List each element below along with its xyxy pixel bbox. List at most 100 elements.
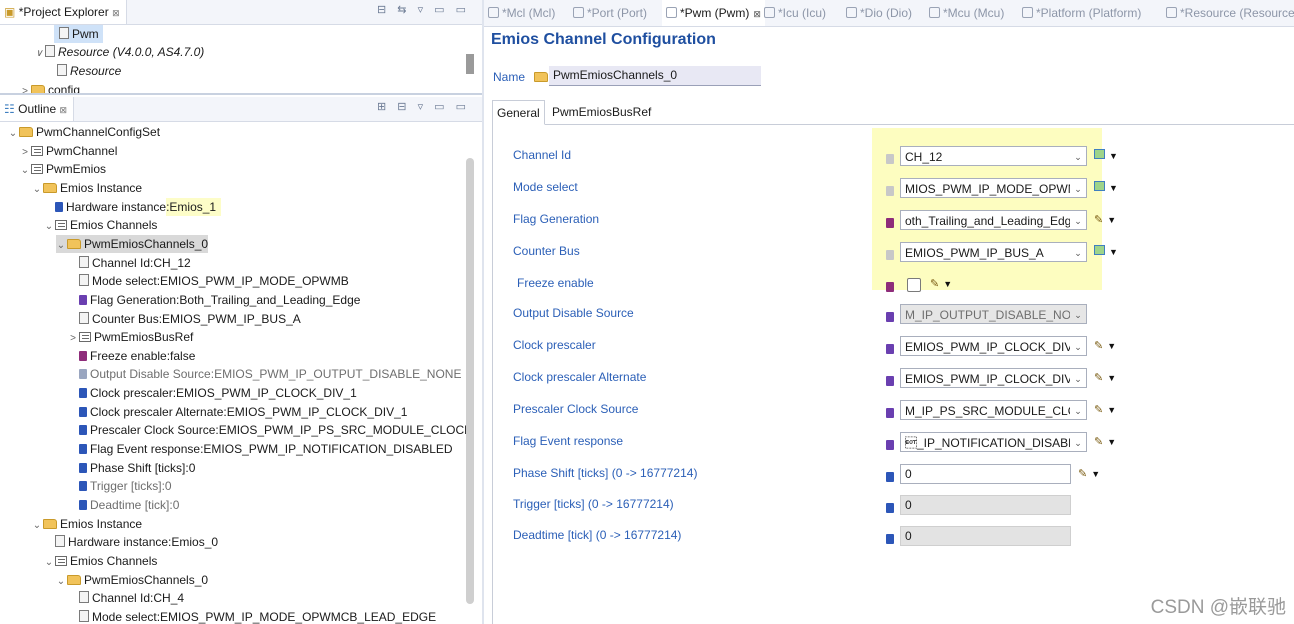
tab-pwmemiosbusref[interactable]: PwmEmiosBusRef xyxy=(548,100,655,124)
outline-tree-item[interactable]: Hardware instance:Emios_0 xyxy=(44,533,218,551)
chevron-down-icon[interactable]: ⌄ xyxy=(1070,433,1086,451)
param-action-button[interactable]: ✎ ▼ xyxy=(1094,403,1116,416)
chevron-down-icon[interactable]: ⌄ xyxy=(20,162,30,180)
editor-tab[interactable]: *Icu (Icu) xyxy=(764,0,826,26)
outline-tree-item[interactable]: Phase Shift [ticks]:0 xyxy=(68,459,195,477)
dropdown-arrow-icon[interactable]: ▼ xyxy=(1107,341,1116,351)
view-toolbar[interactable]: ⊟ ⇆ ▿ ▭ ▭ xyxy=(377,3,470,16)
chevron-right-icon[interactable]: > xyxy=(20,83,30,93)
outline-tree-item[interactable]: ⌄ Emios Instance xyxy=(32,515,142,533)
outline-tree-item[interactable]: > PwmChannel xyxy=(20,142,117,160)
freeze-enable-checkbox[interactable] xyxy=(907,278,921,292)
param-action-button[interactable]: ✎ ▼ xyxy=(1094,435,1116,448)
dropdown-arrow-icon[interactable]: ▼ xyxy=(1109,183,1118,193)
dropdown-arrow-icon[interactable]: ▼ xyxy=(1109,247,1118,257)
close-icon[interactable]: ⊠ xyxy=(753,9,761,19)
dropdown-arrow-icon[interactable]: ▼ xyxy=(1091,469,1100,479)
dropdown-arrow-icon[interactable]: ▼ xyxy=(1107,215,1116,225)
param-action-button[interactable]: ✎ ▼ xyxy=(1094,371,1116,384)
param-action-button[interactable]: ▼ xyxy=(1094,245,1118,258)
editor-tab[interactable]: *Dio (Dio) xyxy=(846,0,912,26)
outline-tree-item[interactable]: ⌄ Emios Channels xyxy=(44,552,158,572)
param-action-button[interactable]: ✎ ▼ xyxy=(1094,213,1116,226)
chevron-down-icon[interactable]: ⌄ xyxy=(1070,243,1086,261)
chevron-down-icon[interactable]: ⌄ xyxy=(56,573,66,591)
outline-tab[interactable]: ☷ Outline ⊠ xyxy=(0,97,75,121)
tree-item-config[interactable]: > config xyxy=(20,81,80,93)
dropdown-arrow-icon[interactable]: ▼ xyxy=(1107,373,1116,383)
param-combo[interactable]: EMIOS_PWM_IP_CLOCK_DIV_1 ⌄ xyxy=(900,368,1087,388)
chevron-down-icon[interactable]: ⌄ xyxy=(1070,147,1086,165)
chevron-down-icon[interactable]: ⌄ xyxy=(8,125,18,143)
outline-tree-item[interactable]: Clock prescaler:EMIOS_PWM_IP_CLOCK_DIV_1 xyxy=(68,384,357,402)
param-action-button[interactable]: ▼ xyxy=(1094,149,1118,162)
tree-item-pwm[interactable]: Pwm xyxy=(54,25,103,43)
param-combo[interactable]: MIOS_PWM_IP_MODE_OPWMB ⌄ xyxy=(900,178,1087,198)
dropdown-arrow-icon[interactable]: ▼ xyxy=(1107,405,1116,415)
editor-tab[interactable]: *Mcl (Mcl) xyxy=(488,0,555,26)
chevron-down-icon[interactable]: ⌄ xyxy=(1070,401,1086,419)
chevron-down-icon[interactable]: ⌄ xyxy=(1070,179,1086,197)
outline-tree-item[interactable]: Mode select:EMIOS_PWM_IP_MODE_OPWMB xyxy=(68,272,349,290)
outline-tree-item[interactable]: Flag Event response:EMIOS_PWM_IP_NOTIFIC… xyxy=(68,440,453,458)
outline-tree-item[interactable]: > PwmEmiosBusRef xyxy=(68,328,193,346)
editor-tab[interactable]: *Resource (Resource) xyxy=(1166,0,1294,26)
param-action-button[interactable]: ✎ ▼ xyxy=(930,277,952,290)
name-field[interactable]: PwmEmiosChannels_0 xyxy=(549,66,761,86)
param-action-button[interactable]: ▼ xyxy=(1094,181,1118,194)
view-toolbar[interactable]: ⊞ ⊟ ▿ ▭ ▭ xyxy=(377,100,470,113)
close-icon[interactable]: ⊠ xyxy=(59,105,67,115)
dropdown-arrow-icon[interactable]: ▼ xyxy=(943,279,952,289)
chevron-down-icon[interactable]: ⌄ xyxy=(44,218,54,236)
project-explorer-tab[interactable]: ▣ *Project Explorer ⊠ xyxy=(0,0,127,24)
editor-tab[interactable]: *Platform (Platform) xyxy=(1022,0,1141,26)
chevron-down-icon[interactable]: ⌄ xyxy=(44,554,54,572)
pane-splitter[interactable] xyxy=(482,0,484,624)
chevron-right-icon[interactable]: > xyxy=(20,144,30,162)
param-action-button[interactable]: ✎ ▼ xyxy=(1078,467,1100,480)
dropdown-arrow-icon[interactable]: ▼ xyxy=(1107,437,1116,447)
close-icon[interactable]: ⊠ xyxy=(112,8,120,18)
outline-tree-item[interactable]: ⌄ Emios Channels xyxy=(44,216,158,236)
outline-tree-item[interactable]: Trigger [ticks]:0 xyxy=(68,477,172,495)
tree-item-resource[interactable]: Resource xyxy=(56,62,121,80)
outline-tree-item[interactable]: Channel Id:CH_4 xyxy=(68,589,184,607)
outline-tree-item[interactable]: Output Disable Source:EMIOS_PWM_IP_OUTPU… xyxy=(68,365,461,383)
outline-tree-item[interactable]: ⌄ PwmEmiosChannels_0 xyxy=(56,234,209,255)
outline-tree-item[interactable]: Mode select:EMIOS_PWM_IP_MODE_OPWMCB_LEA… xyxy=(68,608,436,624)
tab-general[interactable]: General xyxy=(492,100,545,125)
outline-tree-item[interactable]: Clock prescaler Alternate:EMIOS_PWM_IP_C… xyxy=(68,403,407,421)
chevron-down-icon[interactable]: ⌄ xyxy=(56,237,66,255)
outline-tree-item[interactable]: Deadtime [tick]:0 xyxy=(68,496,179,514)
outline-tree-item[interactable]: Flag Generation:Both_Trailing_and_Leadin… xyxy=(68,291,360,309)
outline-tree-item[interactable]: Freeze enable:false xyxy=(68,347,195,365)
editor-tab[interactable]: *Port (Port) xyxy=(573,0,647,26)
param-combo[interactable]: CH_12 ⌄ xyxy=(900,146,1087,166)
dropdown-arrow-icon[interactable]: ▼ xyxy=(1109,151,1118,161)
tree-item-resource-module[interactable]: ∨ Resource (V4.0.0, AS4.7.0) xyxy=(34,43,204,61)
outline-tree-item[interactable]: Counter Bus:EMIOS_PWM_IP_BUS_A xyxy=(68,310,301,328)
project-explorer-scrollbar[interactable] xyxy=(466,54,474,74)
param-combo[interactable]: _IP_NOTIFICATION_DISABLED ⌄ xyxy=(900,432,1087,452)
outline-tree-item[interactable]: Hardware instance:Emios_1 xyxy=(44,197,222,216)
outline-scrollbar[interactable] xyxy=(466,158,474,604)
outline-tree-item[interactable]: ⌄ PwmEmios xyxy=(20,160,106,178)
chevron-down-icon[interactable]: ⌄ xyxy=(1070,369,1086,387)
chevron-down-icon[interactable]: ⌄ xyxy=(32,517,42,535)
chevron-right-icon[interactable]: > xyxy=(68,330,78,348)
param-combo[interactable]: M_IP_PS_SRC_MODULE_CLOCK ⌄ xyxy=(900,400,1087,420)
outline-tree-item[interactable]: Channel Id:CH_12 xyxy=(68,254,191,272)
outline-tree-item[interactable]: ⌄ PwmChannelConfigSet xyxy=(8,123,160,141)
chevron-down-icon[interactable]: ⌄ xyxy=(32,181,42,199)
outline-tree-item[interactable]: ⌄ PwmEmiosChannels_0 xyxy=(56,571,208,589)
outline-tree-item[interactable]: Prescaler Clock Source:EMIOS_PWM_IP_PS_S… xyxy=(68,421,472,439)
editor-tab[interactable]: *Mcu (Mcu) xyxy=(929,0,1004,26)
param-combo[interactable]: oth_Trailing_and_Leading_Edge ⌄ xyxy=(900,210,1087,230)
chevron-down-icon[interactable]: ⌄ xyxy=(1070,211,1086,229)
param-combo[interactable]: EMIOS_PWM_IP_CLOCK_DIV_1 ⌄ xyxy=(900,336,1087,356)
chevron-down-icon[interactable]: ⌄ xyxy=(1070,337,1086,355)
param-text-field[interactable]: 0 xyxy=(900,464,1071,484)
editor-tab[interactable]: *Pwm (Pwm) ⊠ xyxy=(662,0,765,26)
param-action-button[interactable]: ✎ ▼ xyxy=(1094,339,1116,352)
param-combo[interactable]: EMIOS_PWM_IP_BUS_A ⌄ xyxy=(900,242,1087,262)
